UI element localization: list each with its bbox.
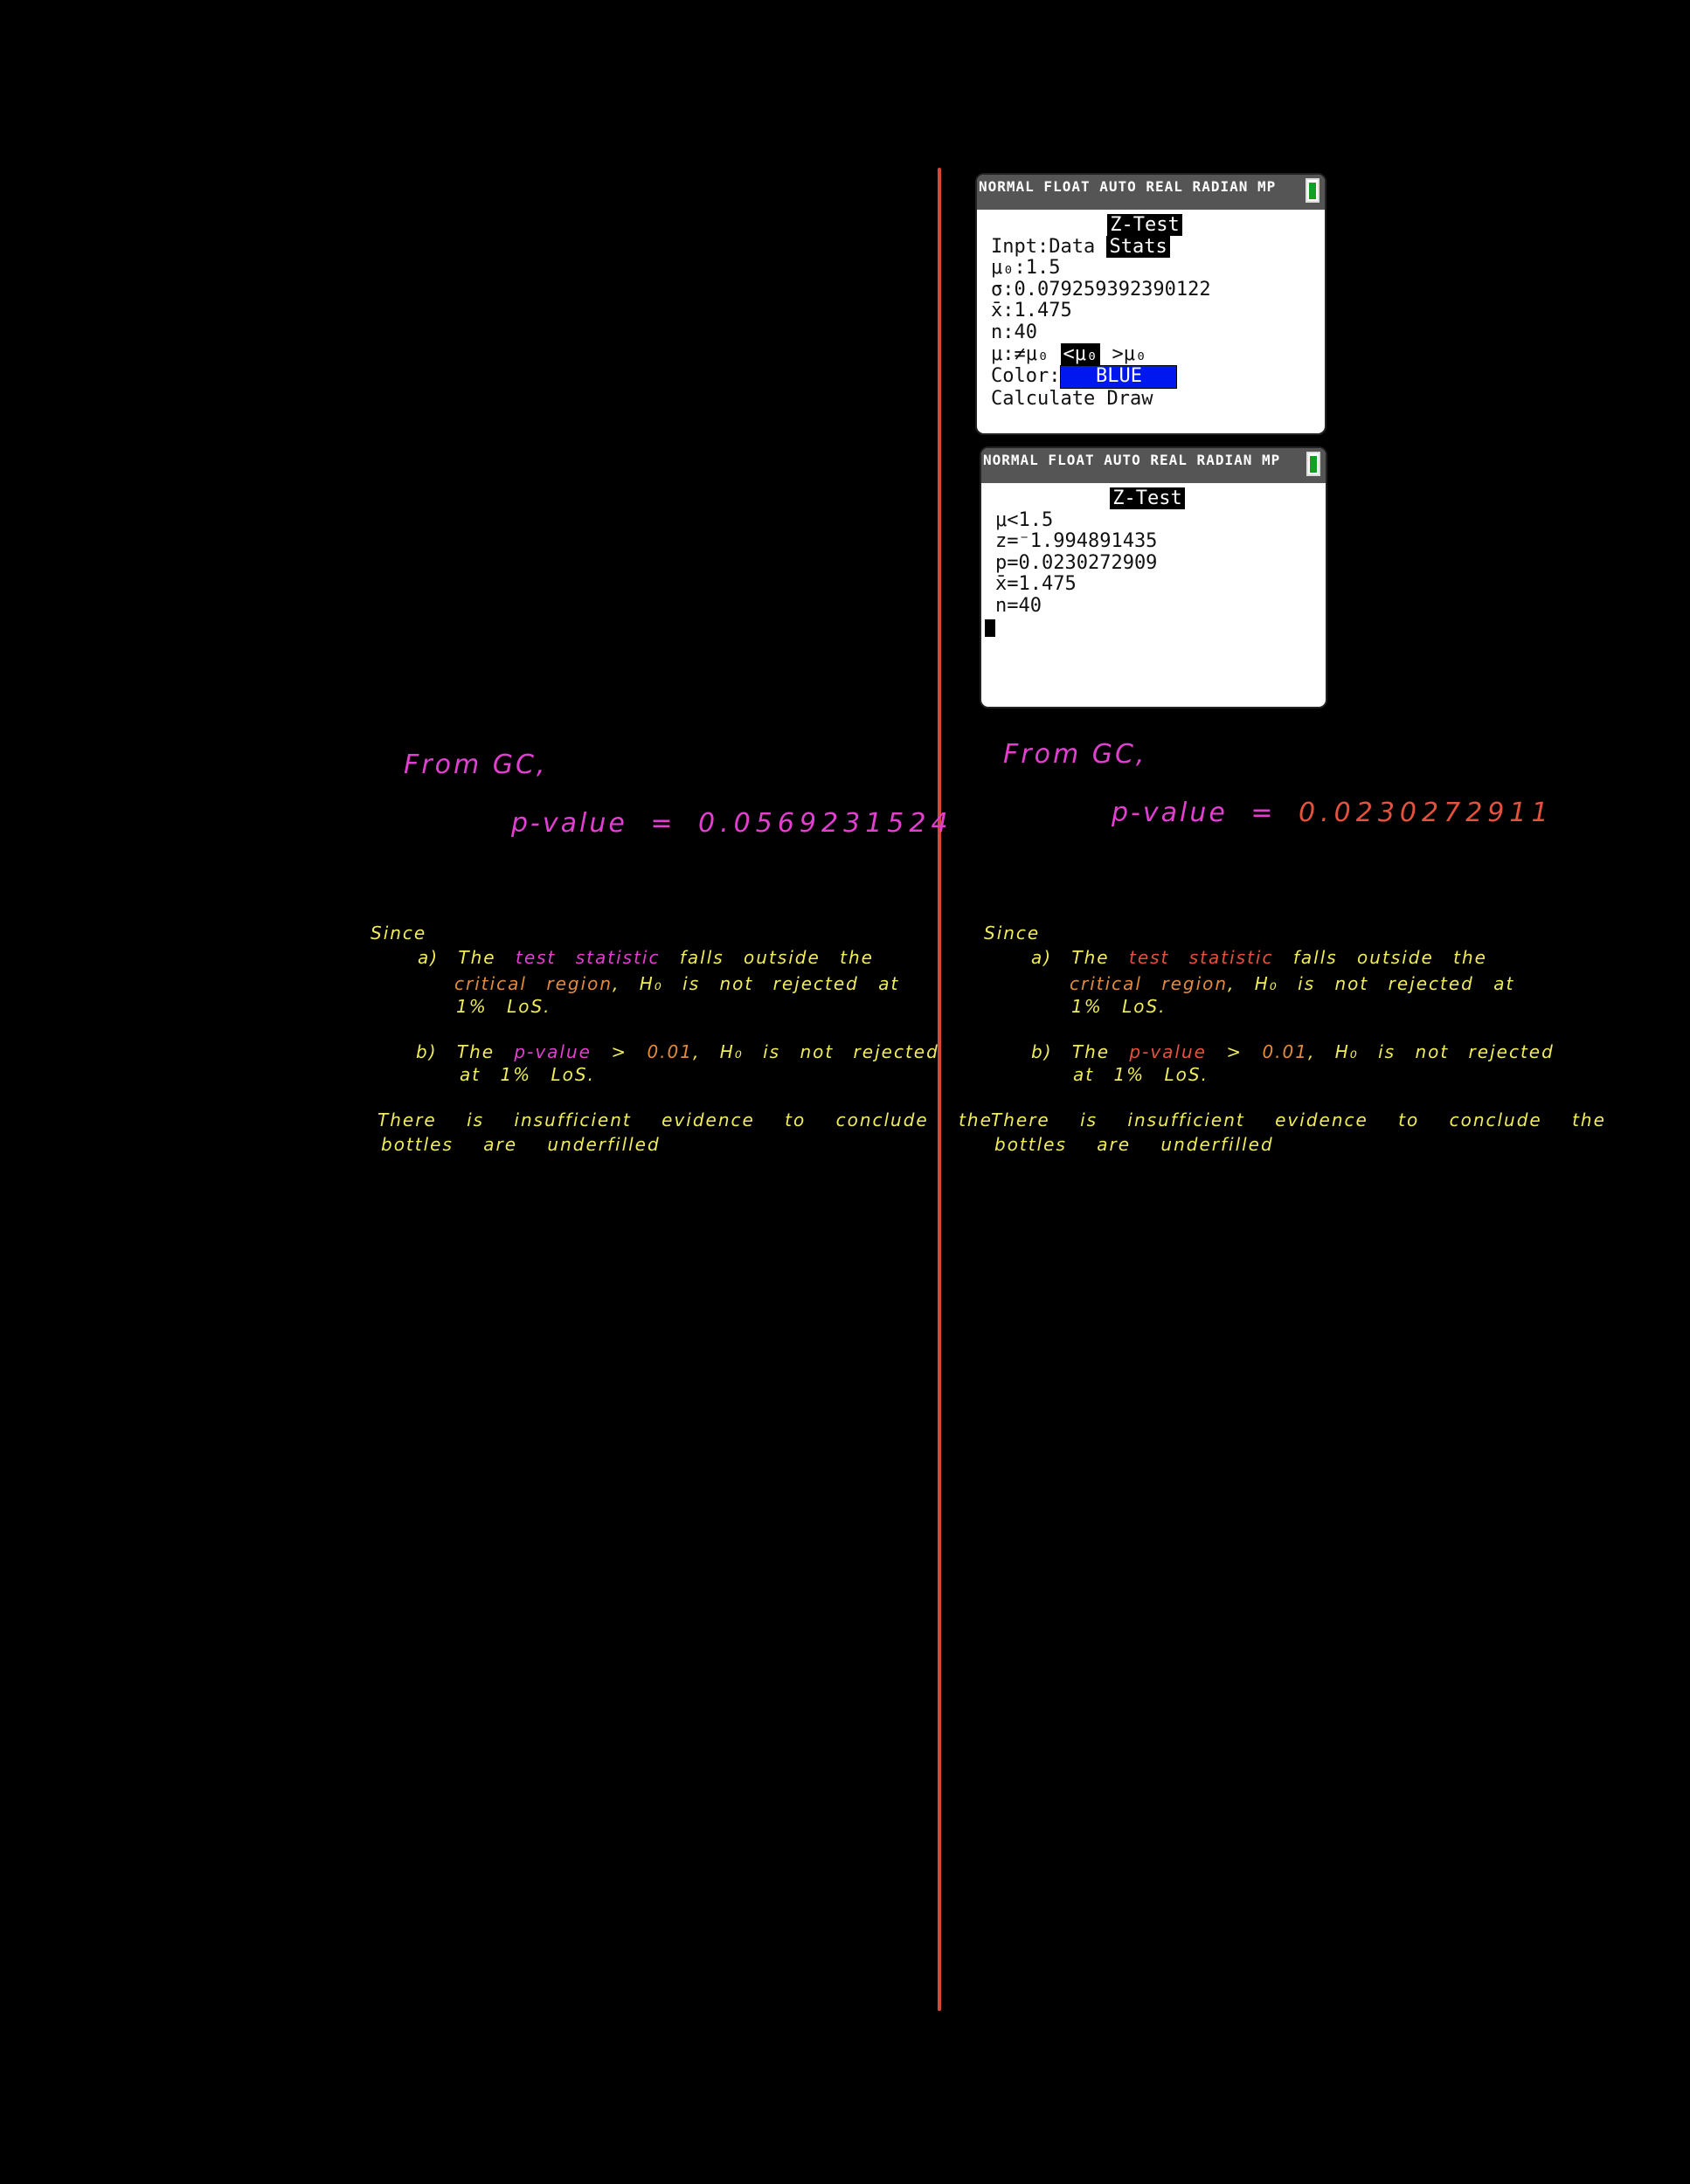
statusbar-text: NORMAL FLOAT AUTO REAL RADIAN MP bbox=[983, 452, 1281, 468]
reason-a-rest: , H₀ is not rejected at bbox=[1228, 973, 1515, 994]
pvalue-label: p-value bbox=[511, 808, 627, 839]
color-select[interactable]: BLUE bbox=[1060, 365, 1178, 389]
reason-b-prefix: b) The bbox=[416, 1041, 495, 1062]
battery-icon bbox=[1306, 452, 1320, 476]
cursor-block bbox=[985, 619, 995, 637]
reason-b-rest: , H₀ is not rejected bbox=[1307, 1041, 1555, 1062]
left-conclusion-line1: There is insufficient evidence to conclu… bbox=[377, 1109, 993, 1130]
test-statistic-term: test statistic bbox=[515, 947, 661, 968]
color-label: Color: bbox=[991, 365, 1061, 388]
option-data[interactable]: Data bbox=[1049, 236, 1095, 258]
reason-a-rest: , H₀ is not rejected at bbox=[613, 973, 900, 994]
equals-sign: = bbox=[1250, 798, 1276, 828]
alt-less-than-selected[interactable]: <μ₀ bbox=[1060, 342, 1101, 365]
greater-than-sign: > bbox=[1226, 1041, 1243, 1062]
right-reason-a-line2: critical region, H₀ is not rejected at bbox=[1070, 973, 1514, 994]
ztest-title: Z-Test bbox=[1110, 487, 1185, 509]
right-since: Since bbox=[984, 923, 1041, 943]
pvalue-number: 0.0569231524 bbox=[698, 808, 953, 839]
right-conclusion-line1: There is insufficient evidence to conclu… bbox=[991, 1109, 1606, 1130]
input-mode-row: Inpt:Data Stats bbox=[991, 235, 1325, 259]
left-pvalue-line: p-value = 0.0569231524 bbox=[511, 808, 953, 839]
reason-a-prefix: a) The bbox=[418, 947, 496, 968]
right-reason-a-line3: 1% LoS. bbox=[1071, 996, 1167, 1017]
alt-greater-than[interactable]: >μ₀ bbox=[1112, 343, 1147, 365]
pvalue-label: p-value bbox=[1112, 798, 1228, 828]
calculator-output-screen: NORMAL FLOAT AUTO REAL RADIAN MP Z-Test … bbox=[980, 446, 1327, 708]
left-conclusion-line2: bottles are underfilled bbox=[381, 1134, 661, 1155]
hypothesis-row: μ<1.5 bbox=[995, 508, 1054, 531]
alternative-row: μ:≠μ₀ <μ₀ >μ₀ bbox=[991, 342, 1325, 366]
page-divider-line bbox=[938, 168, 941, 2011]
statusbar-text: NORMAL FLOAT AUTO REAL RADIAN MP bbox=[979, 178, 1277, 195]
z-statistic-row: z=⁻1.994891435 bbox=[995, 530, 1158, 553]
significance-level: 0.01 bbox=[647, 1041, 693, 1062]
critical-region-term: critical region bbox=[454, 973, 613, 994]
reason-a-falls: falls outside the bbox=[679, 947, 874, 968]
left-reason-b-line1: b) The p-value > 0.01, H₀ is not rejecte… bbox=[416, 1041, 939, 1062]
left-reason-a-line2: critical region, H₀ is not rejected at bbox=[454, 973, 899, 994]
equals-sign: = bbox=[650, 808, 675, 839]
color-row: Color: BLUE bbox=[991, 365, 1325, 389]
left-reason-a-line3: 1% LoS. bbox=[456, 996, 551, 1017]
reason-b-prefix: b) The bbox=[1031, 1041, 1111, 1062]
reason-b-rest: , H₀ is not rejected bbox=[692, 1041, 939, 1062]
left-reason-a-line1: a) The test statistic falls outside the bbox=[418, 947, 874, 968]
battery-icon bbox=[1306, 178, 1319, 203]
significance-level: 0.01 bbox=[1262, 1041, 1308, 1062]
n-row[interactable]: n:40 bbox=[991, 321, 1325, 344]
pvalue-number: 0.0230272911 bbox=[1299, 798, 1554, 828]
right-reason-b-line2: at 1% LoS. bbox=[1073, 1064, 1209, 1085]
calculator-statusbar: NORMAL FLOAT AUTO REAL RADIAN MP bbox=[981, 448, 1326, 483]
reason-a-falls: falls outside the bbox=[1292, 947, 1487, 968]
p-value-row: p=0.0230272909 bbox=[995, 551, 1158, 574]
mu0-row[interactable]: μ₀:1.5 bbox=[991, 258, 1325, 280]
inpt-label: Inpt: bbox=[991, 235, 1049, 258]
calculator-input-screen: NORMAL FLOAT AUTO REAL RADIAN MP Z-Test … bbox=[975, 173, 1326, 435]
calculator-statusbar: NORMAL FLOAT AUTO REAL RADIAN MP bbox=[977, 175, 1325, 210]
calculate-option[interactable]: Calculate bbox=[991, 388, 1095, 410]
right-from-gc: From GC, bbox=[1003, 739, 1147, 770]
reason-a-prefix: a) The bbox=[1031, 947, 1110, 968]
left-reason-b-line2: at 1% LoS. bbox=[460, 1064, 595, 1085]
right-conclusion-line2: bottles are underfilled bbox=[994, 1134, 1274, 1155]
ztest-title: Z-Test bbox=[1107, 214, 1182, 236]
pvalue-term: p-value bbox=[514, 1041, 592, 1062]
alt-not-equal[interactable]: ≠μ₀ bbox=[1015, 343, 1049, 365]
left-since: Since bbox=[371, 923, 427, 943]
right-reason-a-line1: a) The test statistic falls outside the bbox=[1031, 947, 1487, 968]
n-row: n=40 bbox=[995, 594, 1042, 617]
mu-label: μ: bbox=[991, 342, 1015, 365]
left-from-gc: From GC, bbox=[404, 750, 548, 780]
draw-option[interactable]: Draw bbox=[1106, 388, 1153, 410]
test-statistic-term: test statistic bbox=[1128, 947, 1274, 968]
xbar-row[interactable]: x̄:1.475 bbox=[991, 301, 1325, 322]
critical-region-term: critical region bbox=[1070, 973, 1229, 994]
option-stats-selected[interactable]: Stats bbox=[1106, 235, 1170, 258]
sigma-row[interactable]: σ:0.079259392390122 bbox=[991, 279, 1325, 301]
right-pvalue-line: p-value = 0.0230272911 bbox=[1112, 798, 1554, 828]
action-row: Calculate Draw bbox=[991, 388, 1325, 411]
xbar-row: x̄=1.475 bbox=[995, 573, 1077, 596]
right-reason-b-line1: b) The p-value > 0.01, H₀ is not rejecte… bbox=[1031, 1041, 1555, 1062]
greater-than-sign: > bbox=[611, 1041, 628, 1062]
pvalue-term: p-value bbox=[1129, 1041, 1207, 1062]
